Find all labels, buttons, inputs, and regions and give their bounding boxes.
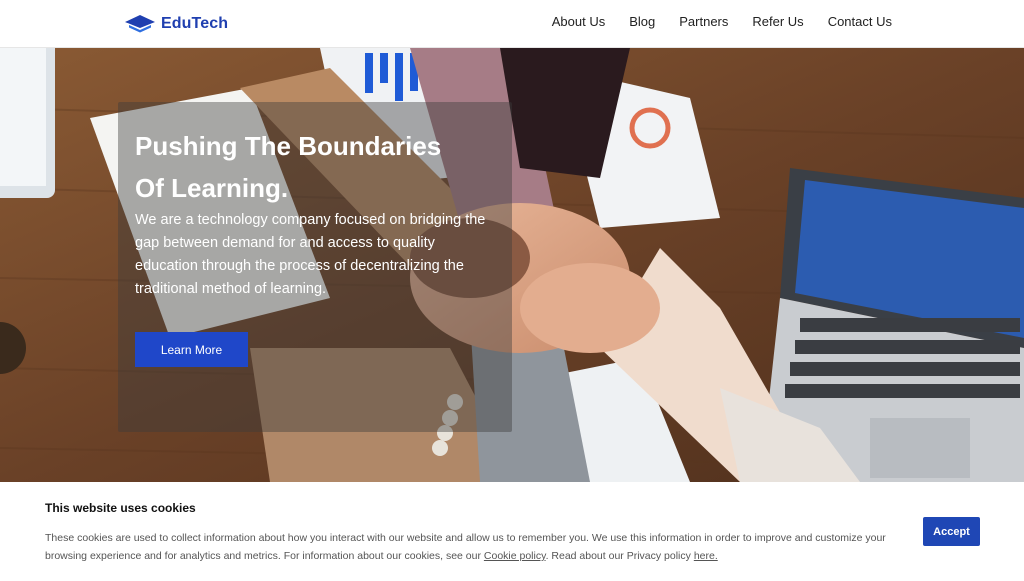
nav-blog[interactable]: Blog bbox=[629, 14, 655, 30]
nav-refer-us[interactable]: Refer Us bbox=[752, 14, 803, 30]
accept-cookies-button[interactable]: Accept bbox=[923, 517, 980, 546]
cookie-policy-link[interactable]: Cookie policy bbox=[484, 550, 546, 562]
cookie-banner-text: These cookies are used to collect inform… bbox=[45, 529, 911, 565]
logo-icon bbox=[125, 15, 155, 33]
cookie-text-part-2: . Read about our Privacy policy bbox=[545, 550, 694, 562]
nav-contact-us[interactable]: Contact Us bbox=[828, 14, 892, 30]
hero-title: Pushing The Boundaries Of Learning. bbox=[135, 125, 495, 209]
learn-more-button[interactable]: Learn More bbox=[135, 332, 248, 367]
hero-description: We are a technology company focused on b… bbox=[135, 212, 486, 297]
nav-partners[interactable]: Partners bbox=[679, 14, 728, 30]
brand-name: EduTech bbox=[161, 15, 229, 32]
privacy-policy-here-link[interactable]: here. bbox=[694, 550, 718, 562]
hero-title-line-1: Pushing The Boundaries bbox=[135, 131, 442, 161]
cookie-banner: This website uses cookies These cookies … bbox=[0, 482, 1024, 581]
site-header: EduTech About Us Blog Partners Refer Us … bbox=[0, 0, 1024, 48]
cookie-banner-title: This website uses cookies bbox=[45, 501, 196, 515]
nav-about-us[interactable]: About Us bbox=[552, 14, 605, 30]
brand-logo[interactable]: EduTech bbox=[124, 12, 228, 36]
hero-title-line-2: Of Learning. bbox=[135, 173, 289, 203]
main-nav: About Us Blog Partners Refer Us Contact … bbox=[552, 14, 892, 30]
cookie-text-part-1: These cookies are used to collect inform… bbox=[45, 532, 886, 562]
